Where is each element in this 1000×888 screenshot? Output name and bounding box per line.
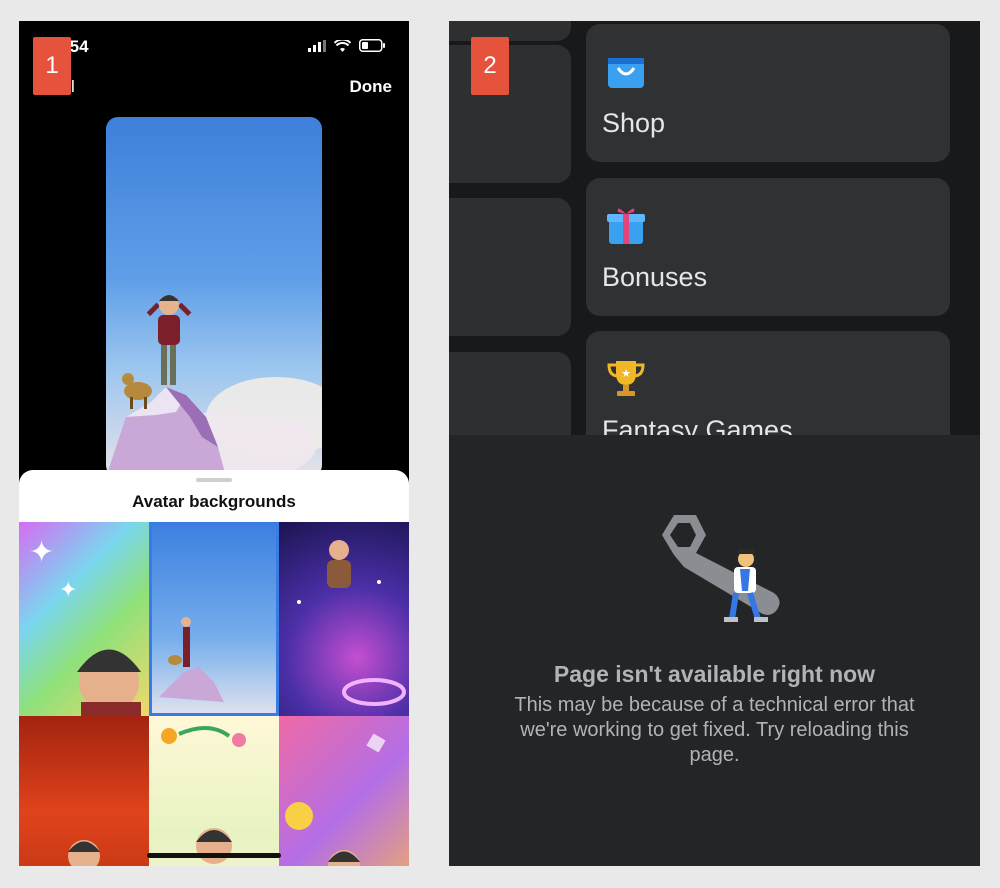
- shopping-bag-icon: [608, 58, 644, 88]
- flame-avatar-thumbnail: [68, 840, 100, 866]
- gift-icon: [607, 208, 645, 244]
- nav-bar: cel Done: [19, 71, 409, 101]
- menu-card-shop[interactable]: Shop: [586, 24, 950, 162]
- background-tile-sparkles[interactable]: ✦ ✦: [19, 522, 149, 716]
- step-badge-1: 1: [33, 37, 71, 95]
- status-bar: :54: [19, 21, 409, 71]
- sparkle-avatar-thumbnail: ✦ ✦: [29, 535, 141, 716]
- mountain-scene-illustration: [106, 295, 322, 477]
- done-button[interactable]: Done: [350, 77, 393, 97]
- step-badge-2: 2: [471, 37, 509, 95]
- error-title: Page isn't available right now: [553, 661, 876, 687]
- home-indicator[interactable]: [147, 853, 281, 858]
- menu-label-shop: Shop: [602, 108, 666, 138]
- space-avatar-thumbnail: [297, 540, 406, 706]
- sheet-grabber[interactable]: [196, 478, 232, 482]
- mountain-avatar-thumbnail: [159, 617, 224, 702]
- background-tile-flames[interactable]: [19, 716, 149, 866]
- battery-icon: [359, 39, 385, 52]
- trophy-icon: ★: [607, 361, 645, 396]
- wrench-error-illustration: [662, 515, 780, 622]
- avatar-background-preview: [106, 117, 322, 477]
- menu-card-bonuses[interactable]: Bonuses: [586, 178, 950, 316]
- wifi-icon: [334, 39, 351, 52]
- error-panel: Page isn't available right now This may …: [449, 435, 980, 866]
- background-tile-mountain[interactable]: [149, 522, 279, 716]
- svg-text:★: ★: [621, 367, 631, 380]
- confetti-avatar-thumbnail: [285, 733, 386, 866]
- menu-label-bonuses: Bonuses: [602, 262, 708, 292]
- background-grid: ✦ ✦: [19, 522, 409, 866]
- menu-error-screen: Shop Bonuses ★ Fantasy Games Page isn't …: [449, 21, 980, 866]
- cellular-signal-icon: [308, 39, 326, 52]
- sheet-title: Avatar backgrounds: [132, 492, 296, 511]
- status-icons: [308, 39, 385, 52]
- background-tile-confetti[interactable]: [279, 716, 409, 866]
- background-tile-space[interactable]: [279, 522, 409, 716]
- background-tile-floral[interactable]: [149, 716, 279, 866]
- menu-card-left-2[interactable]: [449, 198, 571, 336]
- floral-avatar-thumbnail: [161, 726, 246, 864]
- error-message: This may be because of a technical error…: [514, 694, 915, 766]
- avatar-backgrounds-sheet: Avatar backgrounds ✦ ✦: [19, 470, 409, 866]
- svg-text:✦: ✦: [59, 578, 77, 603]
- avatar-background-screen: :54 cel Done: [19, 21, 409, 866]
- menu-card-left-top[interactable]: [449, 21, 571, 41]
- menu-card-left-1[interactable]: [449, 45, 571, 183]
- svg-text:✦: ✦: [29, 535, 54, 570]
